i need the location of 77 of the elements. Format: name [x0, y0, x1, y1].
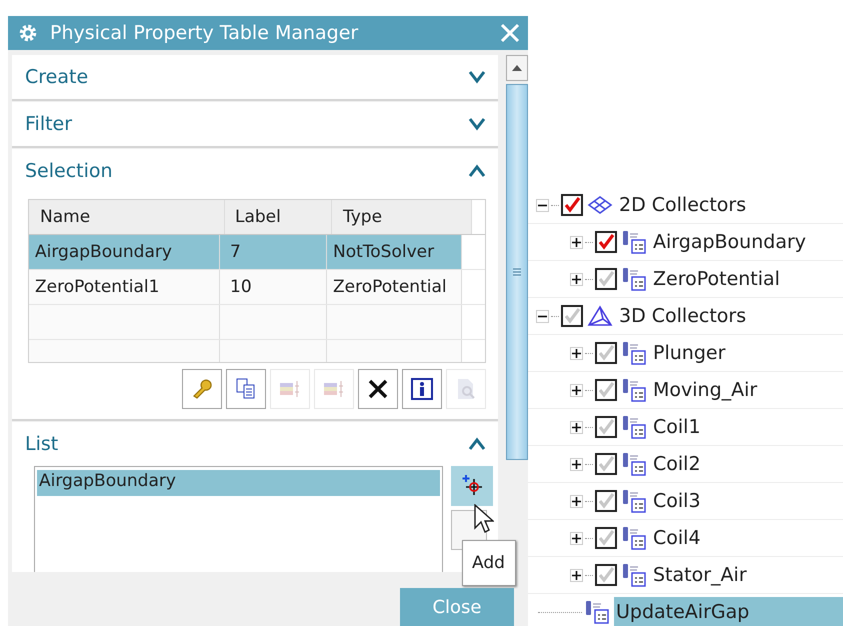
edit-button[interactable] — [182, 369, 222, 409]
table-group-icon — [621, 267, 647, 291]
expand-chevron-icon[interactable] — [468, 117, 486, 131]
scrollbar-thumb[interactable] — [506, 84, 528, 460]
window-title: Physical Property Table Manager — [50, 22, 360, 44]
expand-icon[interactable] — [570, 532, 583, 544]
expand-icon[interactable] — [570, 384, 583, 396]
mouse-pointer-icon — [474, 504, 494, 534]
tree-item[interactable]: Stator_Air — [651, 560, 753, 590]
tree-item[interactable]: AirgapBoundary — [651, 227, 812, 257]
collapse-chevron-icon[interactable] — [468, 437, 486, 451]
expand-icon[interactable] — [570, 568, 583, 582]
table-row[interactable]: ZeroPotential1 10 ZeroPotential — [29, 270, 486, 305]
tetrahedron-icon — [587, 305, 613, 327]
checkbox[interactable] — [595, 231, 617, 253]
surface-mesh-icon — [587, 194, 613, 216]
tree-item[interactable]: UpdateAirGap — [614, 597, 843, 626]
settings-icon — [18, 23, 38, 43]
checkbox[interactable] — [561, 305, 583, 327]
tree-item[interactable]: Moving_Air — [651, 375, 764, 405]
table-group-icon — [621, 415, 647, 439]
section-title[interactable]: Selection — [25, 160, 113, 182]
table-cell: 10 — [220, 270, 327, 304]
section-title[interactable]: Create — [25, 66, 88, 88]
checkbox[interactable] — [595, 416, 617, 438]
section-title[interactable]: Filter — [25, 113, 72, 135]
column-header[interactable]: Name — [29, 200, 225, 234]
expand-icon[interactable] — [570, 272, 583, 286]
info-icon — [410, 377, 434, 401]
table-group-icon — [621, 452, 647, 476]
table-group-icon — [621, 378, 647, 402]
collapse-icon[interactable] — [536, 310, 549, 322]
expand-chevron-icon[interactable] — [468, 70, 486, 84]
checkbox[interactable] — [595, 268, 617, 290]
list-item[interactable]: AirgapBoundary — [37, 470, 440, 496]
checkbox[interactable] — [561, 194, 583, 216]
checkbox[interactable] — [595, 527, 617, 549]
up-arrow-icon — [512, 65, 522, 71]
section-title[interactable]: List — [25, 433, 58, 455]
table-group-icon — [621, 563, 647, 587]
grip-icon — [513, 268, 522, 276]
expand-icon[interactable] — [570, 458, 583, 470]
scroll-up-button[interactable] — [506, 55, 528, 81]
collapse-chevron-icon[interactable] — [468, 164, 486, 178]
checkbox[interactable] — [595, 342, 617, 364]
checkbox[interactable] — [595, 453, 617, 475]
table-cell: ZeroPotential1 — [29, 270, 220, 304]
table-cell: AirgapBoundary — [29, 235, 220, 269]
tree-item[interactable]: Coil1 — [651, 412, 707, 442]
tree-item[interactable]: 2D Collectors — [617, 190, 752, 220]
info-button[interactable] — [402, 369, 442, 409]
table-cell: 7 — [220, 235, 327, 269]
table-row[interactable]: AirgapBoundary 7 NotToSolver — [29, 235, 486, 270]
close-icon[interactable] — [500, 23, 520, 43]
tree-item[interactable]: Coil2 — [651, 449, 707, 479]
tree-item[interactable]: Coil4 — [651, 523, 707, 553]
collapse-icon[interactable] — [536, 198, 549, 212]
table-group-icon — [621, 230, 647, 254]
table-group-icon — [621, 526, 647, 550]
copy-button[interactable] — [226, 369, 266, 409]
delete-button[interactable] — [358, 369, 398, 409]
tree-item[interactable]: ZeroPotential — [651, 264, 786, 294]
table-group-icon — [621, 341, 647, 365]
checkbox[interactable] — [595, 490, 617, 512]
tree-item[interactable]: 3D Collectors — [617, 301, 752, 331]
expand-icon[interactable] — [570, 494, 583, 508]
add-button[interactable] — [451, 466, 493, 506]
tooltip: Add — [462, 540, 516, 586]
tree-item[interactable]: Coil3 — [651, 486, 707, 516]
expand-icon[interactable] — [570, 346, 583, 360]
expand-icon[interactable] — [570, 236, 583, 248]
table-group-icon — [621, 489, 647, 513]
expand-icon[interactable] — [570, 420, 583, 434]
checkbox[interactable] — [595, 564, 617, 586]
column-header[interactable]: Label — [225, 200, 332, 234]
tree-item[interactable]: Plunger — [651, 338, 732, 368]
checkbox[interactable] — [595, 379, 617, 401]
